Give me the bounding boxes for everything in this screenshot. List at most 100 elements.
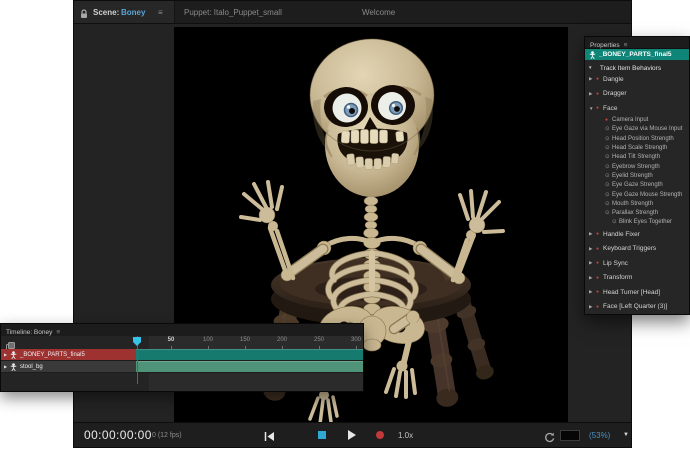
param-row-eyelid-strength[interactable]: ⊙Eyelid Strength bbox=[585, 171, 689, 180]
param-row-mouth-strength[interactable]: ⊙Mouth Strength bbox=[585, 199, 689, 208]
record-button[interactable] bbox=[376, 431, 384, 439]
tab-scene[interactable]: Scene: Boney ≡ bbox=[74, 1, 175, 23]
skull-illustration bbox=[310, 39, 434, 197]
param-row-eyebrow-strength[interactable]: ⊙Eyebrow Strength bbox=[585, 162, 689, 171]
track-header-stool-bg[interactable]: ▶stool_bg bbox=[1, 361, 136, 372]
arm-for-record-dot[interactable]: ● bbox=[596, 260, 603, 266]
chevron-down-icon[interactable]: ▼ bbox=[589, 106, 596, 111]
arm-for-record-dot[interactable]: ● bbox=[596, 76, 603, 82]
scene-label: Scene: bbox=[93, 8, 119, 17]
properties-panel-menu-icon[interactable]: ≡ bbox=[624, 42, 628, 49]
param-row-eye-gaze-strength[interactable]: ⊙Eye Gaze Strength bbox=[585, 181, 689, 190]
section-label: Track Item Behaviors bbox=[600, 65, 661, 72]
ruler-label: 150 bbox=[240, 337, 250, 343]
behavior-list: ▶●Dangle▶●Dragger▼●Face●Camera Input⊙Eye… bbox=[585, 72, 689, 314]
behavior-row-head-turner-head[interactable]: ▶●Head Turner [Head] bbox=[585, 285, 689, 300]
puppet-icon bbox=[10, 363, 17, 371]
row-label: Parallax Strength bbox=[612, 210, 658, 216]
row-label: Camera Input bbox=[612, 117, 648, 123]
timeline-track-row: ▶stool_bg bbox=[1, 361, 363, 373]
arm-for-record-dot[interactable]: ● bbox=[596, 304, 603, 310]
track-bar-area bbox=[136, 361, 363, 372]
row-label: Face [Left Quarter (3)] bbox=[603, 303, 667, 310]
stage-zoom-level[interactable]: (53%) bbox=[589, 431, 610, 440]
param-row-head-position-strength[interactable]: ⊙Head Position Strength bbox=[585, 134, 689, 143]
frame-fps-info: 0 (12 fps) bbox=[152, 432, 182, 439]
param-row-eye-gaze-mouse-strength[interactable]: ⊙Eye Gaze Mouse Strength bbox=[585, 190, 689, 199]
param-row-blink-eyes-together[interactable]: ⊙Blink Eyes Together bbox=[585, 218, 689, 227]
timeline-ruler[interactable]: 50100150200250300 bbox=[136, 336, 365, 349]
behavior-row-dragger[interactable]: ▶●Dragger bbox=[585, 87, 689, 102]
arm-for-record-dot[interactable]: ● bbox=[596, 91, 603, 97]
behavior-row-lip-sync[interactable]: ▶●Lip Sync bbox=[585, 256, 689, 271]
scene-panel-menu-icon[interactable]: ≡ bbox=[158, 8, 163, 17]
param-dot-icon: ⊙ bbox=[605, 192, 612, 198]
track-header-boney-parts-final5[interactable]: ▶_BONEY_PARTS_final5 bbox=[1, 349, 136, 360]
selected-puppet-row[interactable]: _BONEY_PARTS_final5 bbox=[585, 49, 689, 60]
playback-bar: 00:00:00:00 0 (12 fps) 1.0x (53%) ▼ bbox=[74, 422, 631, 447]
param-row-head-scale-strength[interactable]: ⊙Head Scale Strength bbox=[585, 143, 689, 152]
properties-panel-header[interactable]: Properties≡ bbox=[585, 37, 689, 49]
zoom-caret-down-icon[interactable]: ▼ bbox=[623, 432, 629, 438]
row-label: Lip Sync bbox=[603, 260, 628, 267]
track-item-behaviors-header[interactable]: ▼ Track Item Behaviors bbox=[585, 60, 689, 72]
behavior-row-keyboard-triggers[interactable]: ▶●Keyboard Triggers bbox=[585, 242, 689, 257]
refresh-icon[interactable] bbox=[544, 430, 555, 448]
track-bar-area bbox=[136, 349, 363, 360]
playback-speed[interactable]: 1.0x bbox=[398, 431, 413, 440]
param-row-head-tilt-strength[interactable]: ⊙Head Tilt Strength bbox=[585, 153, 689, 162]
top-tab-bar: Scene: Boney ≡ Puppet: Italo_Puppet_smal… bbox=[74, 1, 631, 24]
lock-icon bbox=[80, 6, 88, 24]
param-dot-icon: ⊙ bbox=[605, 145, 612, 151]
row-label: Eye Gaze via Mouse Input bbox=[612, 126, 682, 132]
ruler-label: 50 bbox=[168, 337, 175, 343]
arm-for-record-dot[interactable]: ● bbox=[605, 117, 612, 123]
chevron-right-icon[interactable]: ▶ bbox=[589, 304, 596, 310]
track-bar-boney-parts-final5[interactable] bbox=[136, 349, 363, 360]
chevron-right-icon[interactable]: ▶ bbox=[589, 289, 596, 295]
param-row-eye-gaze-via-mouse-input[interactable]: ⊙Eye Gaze via Mouse Input bbox=[585, 125, 689, 134]
ruler-label: 250 bbox=[314, 337, 324, 343]
timecode-display[interactable]: 00:00:00:00 bbox=[84, 428, 152, 442]
go-to-start-button[interactable] bbox=[263, 429, 277, 441]
chevron-right-icon[interactable]: ▶ bbox=[589, 231, 596, 237]
selected-puppet-name: _BONEY_PARTS_final5 bbox=[599, 49, 671, 60]
behavior-row-transform[interactable]: ▶●Transform bbox=[585, 271, 689, 286]
tab-welcome[interactable]: Welcome bbox=[362, 8, 395, 17]
arm-for-record-dot[interactable]: ● bbox=[596, 231, 603, 237]
param-row-camera-input[interactable]: ●Camera Input bbox=[585, 116, 689, 125]
arm-for-record-dot[interactable]: ● bbox=[596, 275, 603, 281]
chevron-right-icon[interactable]: ▶ bbox=[589, 91, 596, 97]
track-name: stool_bg bbox=[20, 364, 43, 370]
param-dot-icon: ⊙ bbox=[605, 173, 612, 179]
ruler-label: 100 bbox=[203, 337, 213, 343]
ruler-label: 200 bbox=[277, 337, 287, 343]
arm-for-record-dot[interactable]: ● bbox=[596, 246, 603, 252]
behavior-row-face[interactable]: ▼●Face bbox=[585, 101, 689, 116]
tab-puppet[interactable]: Puppet: Italo_Puppet_small bbox=[184, 8, 282, 17]
timeline-panel: Timeline: Boney≡ 50100150200250300 ▶_BON… bbox=[0, 323, 364, 392]
param-row-parallax-strength[interactable]: ⊙Parallax Strength bbox=[585, 208, 689, 217]
stop-button[interactable] bbox=[318, 431, 326, 439]
chevron-right-icon[interactable]: ▶ bbox=[589, 76, 596, 82]
param-dot-icon: ⊙ bbox=[605, 182, 612, 188]
arm-for-record-dot[interactable]: ● bbox=[596, 105, 603, 111]
background-color-swatch[interactable] bbox=[560, 430, 580, 441]
chevron-right-icon[interactable]: ▶ bbox=[589, 260, 596, 266]
scene-name-link[interactable]: Boney bbox=[121, 8, 145, 17]
behavior-row-handle-fixer[interactable]: ▶●Handle Fixer bbox=[585, 227, 689, 242]
chevron-right-icon[interactable]: ▶ bbox=[589, 275, 596, 281]
track-bar-stool-bg[interactable] bbox=[136, 361, 363, 372]
timeline-title: Timeline: Boney bbox=[6, 329, 52, 336]
play-button[interactable] bbox=[348, 430, 356, 440]
row-label: Head Turner [Head] bbox=[603, 289, 660, 296]
timeline-panel-menu-icon[interactable]: ≡ bbox=[56, 329, 60, 336]
chevron-right-icon[interactable]: ▶ bbox=[589, 246, 596, 252]
behavior-row-dangle[interactable]: ▶●Dangle bbox=[585, 72, 689, 87]
behavior-row-face-left-quarter-3[interactable]: ▶●Face [Left Quarter (3)] bbox=[585, 300, 689, 315]
row-label: Head Position Strength bbox=[612, 136, 674, 142]
row-label: Face bbox=[603, 105, 617, 112]
row-label: Keyboard Triggers bbox=[603, 245, 656, 252]
row-label: Dangle bbox=[603, 76, 624, 83]
arm-for-record-dot[interactable]: ● bbox=[596, 289, 603, 295]
